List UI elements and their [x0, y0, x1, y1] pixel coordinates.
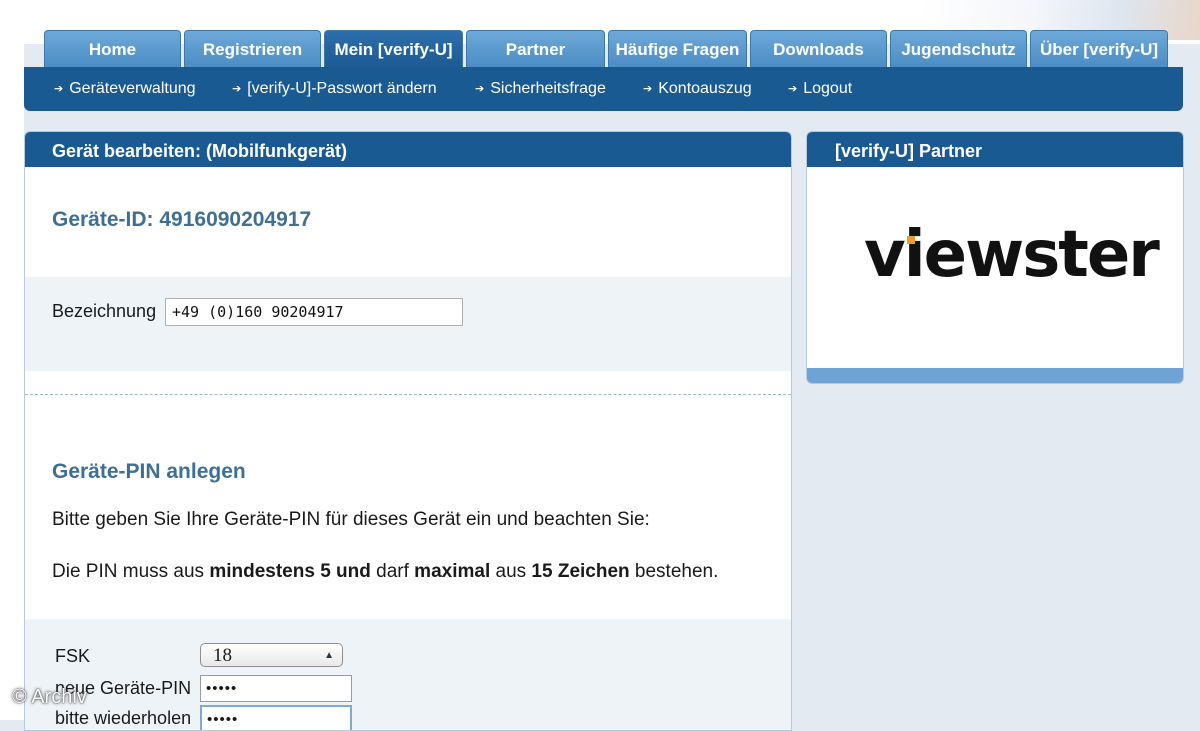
subnav-geraeteverwaltung[interactable]: ➔ Geräteverwaltung: [54, 67, 196, 111]
subnav-sicherheitsfrage[interactable]: ➔ Sicherheitsfrage: [475, 67, 606, 111]
partner-panel-footer: [807, 368, 1183, 383]
arrow-right-icon: ➔: [788, 83, 798, 95]
partner-panel: [verify-U] Partner viewster: [806, 131, 1184, 384]
left-margin: [0, 0, 24, 720]
tab-haeufige-fragen[interactable]: Häufige Fragen: [608, 30, 747, 68]
new-pin-field[interactable]: •••••: [200, 675, 352, 702]
tab-mein-verify-u[interactable]: Mein [verify-U]: [324, 30, 463, 68]
pin-rule-text: Die PIN muss aus mindestens 5 und darf m…: [52, 561, 719, 582]
repeat-pin-label: bitte wiederholen: [55, 708, 192, 728]
bezeichnung-label: Bezeichnung: [52, 301, 157, 321]
viewster-logo[interactable]: viewster: [864, 220, 1160, 290]
tab-jugendschutz[interactable]: Jugendschutz: [890, 30, 1027, 68]
subnav-passwort-aendern[interactable]: ➔ [verify-U]-Passwort ändern: [232, 67, 437, 111]
arrow-right-icon: ➔: [54, 83, 64, 95]
arrow-right-icon: ➔: [475, 83, 485, 95]
edit-device-panel: Gerät bearbeiten: (Mobilfunkgerät) Gerät…: [24, 131, 792, 731]
partner-panel-title: [verify-U] Partner: [807, 132, 1183, 167]
tab-downloads[interactable]: Downloads: [750, 30, 887, 68]
subnav-kontoauszug[interactable]: ➔ Kontoauszug: [643, 67, 752, 111]
logo-accent-square: [907, 236, 915, 244]
tab-registrieren[interactable]: Registrieren: [184, 30, 321, 68]
fsk-label: FSK: [55, 646, 91, 666]
repeat-pin-field[interactable]: •••••: [200, 705, 352, 730]
pin-section-heading: Geräte-PIN anlegen: [52, 460, 246, 483]
panel-title: Gerät bearbeiten: (Mobilfunkgerät): [25, 132, 791, 167]
tab-ueber-verify-u[interactable]: Über [verify-U]: [1030, 30, 1168, 68]
tab-partner[interactable]: Partner: [466, 30, 605, 68]
arrow-right-icon: ➔: [643, 83, 653, 95]
copyright-watermark: © Archiv: [12, 686, 87, 708]
fsk-select[interactable]: 18 ▲: [200, 643, 343, 667]
select-arrows-icon: ▲: [324, 650, 334, 661]
device-id-heading: Geräte-ID: 4916090204917: [52, 208, 312, 231]
tab-home[interactable]: Home: [44, 30, 181, 68]
sub-navigation: ➔ Geräteverwaltung ➔ [verify-U]-Passwort ä…: [24, 67, 1183, 111]
bezeichnung-input[interactable]: +49 (0)160 90204917: [165, 298, 463, 326]
pin-instructions: Bitte geben Sie Ihre Geräte-PIN für dies…: [52, 509, 650, 530]
section-divider: [25, 394, 791, 395]
subnav-logout[interactable]: ➔ Logout: [788, 67, 852, 111]
arrow-right-icon: ➔: [232, 83, 242, 95]
